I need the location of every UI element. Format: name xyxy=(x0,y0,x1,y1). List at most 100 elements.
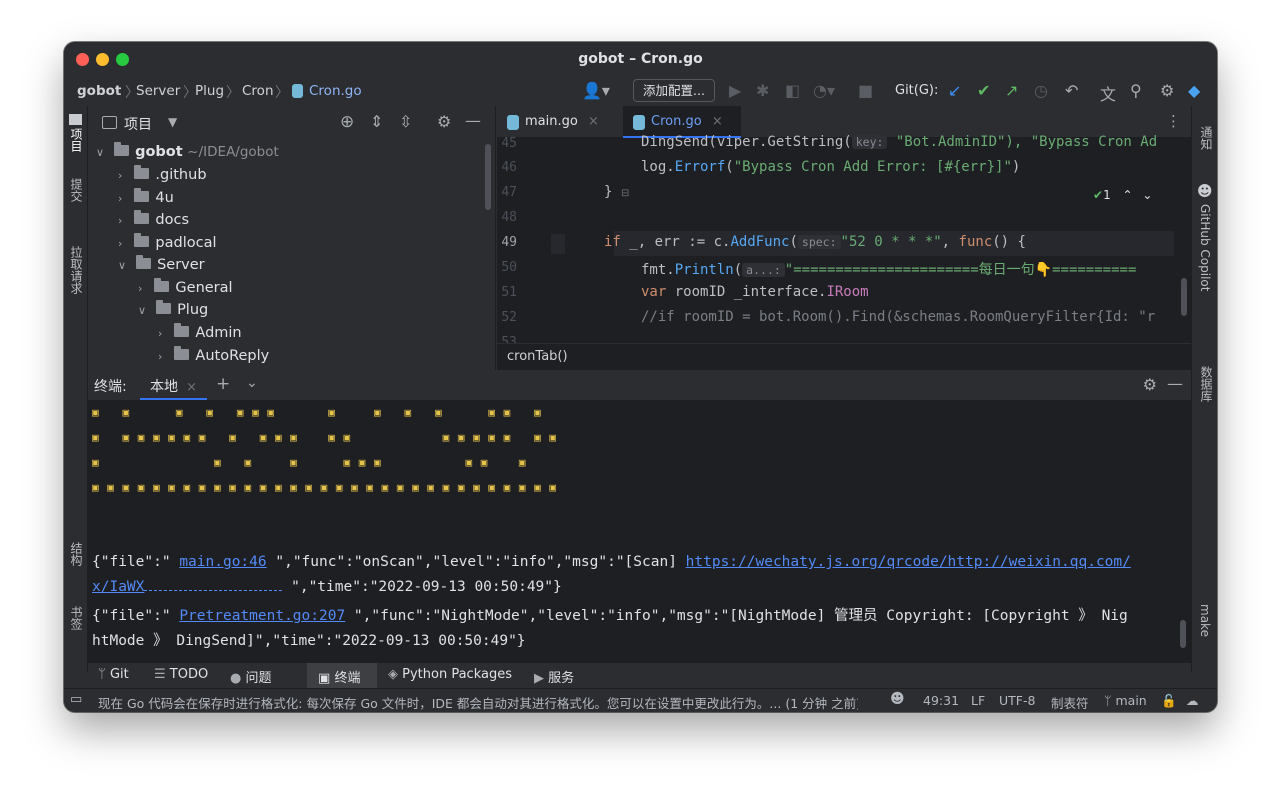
project-tool-icon[interactable] xyxy=(69,114,82,125)
breadcrumb-project[interactable]: gobot xyxy=(77,83,121,99)
file-encoding[interactable]: UTF-8 xyxy=(999,693,1035,708)
git-branch[interactable]: ᛘ main xyxy=(1104,693,1147,708)
chevron-down-icon[interactable]: ⌄ xyxy=(246,375,258,391)
project-panel-title[interactable]: 项目 xyxy=(124,114,152,134)
close-icon[interactable]: × xyxy=(186,380,197,395)
code-line-52[interactable]: //if roomID = bot.Room().Find(&schemas.R… xyxy=(641,309,1181,325)
tree-item[interactable]: › .github xyxy=(118,164,207,186)
line-separator[interactable]: LF xyxy=(971,693,985,708)
code-line-49[interactable]: if _, err := c.AddFunc(spec: "52 0 * * *"… xyxy=(604,234,1026,250)
bookmarks-tool-label[interactable]: 书签 xyxy=(68,606,85,630)
function-crumb[interactable]: cronTab() xyxy=(507,349,568,364)
chevron-down-icon[interactable]: ⌄ xyxy=(1142,188,1152,202)
tool-window-terminal[interactable]: ▣ 终端 xyxy=(318,667,360,686)
git-history-icon[interactable]: ◷ xyxy=(1034,81,1048,100)
locate-file-icon[interactable]: ⊕ xyxy=(340,112,354,132)
make-tool-label[interactable]: make xyxy=(1198,604,1212,637)
close-icon[interactable]: × xyxy=(712,114,723,129)
terminal-icon: ▣ xyxy=(318,671,331,686)
copilot-icon[interactable]: ☻ xyxy=(890,691,905,707)
url-link-continued[interactable]: x/IaWX xyxy=(92,579,144,595)
terminal-panel: 终端: 本地 × + ⌄ ⚙ — ▣ ▣ ▣ ▣ ▣ ▣ ▣ ▣ ▣ ▣ ▣ ▣… xyxy=(88,370,1191,662)
hide-panel-icon[interactable]: — xyxy=(465,111,481,130)
close-icon[interactable]: × xyxy=(588,114,599,129)
tree-item[interactable]: › 4u xyxy=(118,187,174,209)
tool-window-problems[interactable]: ● 问题 xyxy=(230,667,272,686)
commit-tool-label[interactable]: 提交 xyxy=(68,178,85,202)
packages-icon: ◈ xyxy=(388,667,398,682)
search-icon[interactable]: ⚲ xyxy=(1130,81,1142,100)
tree-item[interactable]: › AutoReply xyxy=(158,345,269,367)
status-message[interactable]: 现在 Go 代码会在保存时进行格式化: 每次保存 Go 文件时，IDE 都会自动… xyxy=(98,693,858,712)
more-options-icon[interactable]: ⋮ xyxy=(1166,112,1181,130)
breadcrumb-server[interactable]: Server xyxy=(136,83,180,99)
terminal-scrollbar[interactable] xyxy=(1180,620,1186,648)
profile-icon[interactable]: ◔▾ xyxy=(813,81,835,100)
chevron-right-icon: › xyxy=(118,169,123,182)
tree-item[interactable]: › padlocal xyxy=(118,232,217,254)
code-line-51[interactable]: var roomID _interface.IRoom xyxy=(641,284,869,300)
cloud-icon[interactable]: ☁ xyxy=(1186,693,1199,708)
indent-setting[interactable]: 制表符 xyxy=(1051,693,1089,712)
settings-icon[interactable]: ⚙ xyxy=(1160,81,1174,100)
file-link[interactable]: Pretreatment.go:207 xyxy=(179,608,345,624)
caret-position[interactable]: 49:31 xyxy=(923,693,959,708)
terminal-tab-local[interactable]: 本地 × xyxy=(140,370,208,400)
database-tool-label[interactable]: 数据库 xyxy=(1198,366,1215,402)
tree-item[interactable]: › General xyxy=(138,277,233,299)
close-window-button[interactable] xyxy=(76,53,89,66)
stop-icon[interactable]: ■ xyxy=(858,81,873,100)
tool-window-todo[interactable]: ☰ TODO xyxy=(154,667,208,682)
breadcrumb-plug[interactable]: Plug xyxy=(195,83,224,99)
breadcrumb-cron[interactable]: Cron xyxy=(242,83,274,99)
git-push-icon[interactable]: ↗ xyxy=(1005,81,1018,100)
lock-icon[interactable]: 🔓 xyxy=(1161,693,1177,709)
account-icon[interactable]: 👤▾ xyxy=(582,81,610,100)
editor-v-scrollbar[interactable] xyxy=(1181,278,1187,316)
code-line-47[interactable]: } xyxy=(604,184,612,200)
inspection-widget[interactable]: ✔1 ⌃ ⌄ xyxy=(1093,188,1163,208)
hide-panel-icon[interactable]: — xyxy=(1167,374,1183,393)
url-link[interactable]: https://wechaty.js.org/qrcode/http://wei… xyxy=(686,554,1131,570)
tree-root[interactable]: ∨ gobot ~/IDEA/gobot xyxy=(96,141,279,163)
project-scrollbar[interactable] xyxy=(485,144,491,210)
gear-icon[interactable]: ⚙ xyxy=(1143,375,1157,394)
gear-icon[interactable]: ⚙ xyxy=(437,112,451,131)
tree-item[interactable]: › docs xyxy=(118,209,189,231)
structure-tool-label[interactable]: 结构 xyxy=(68,542,85,566)
add-configuration-button[interactable]: 添加配置... xyxy=(633,79,715,102)
notifications-tool-label[interactable]: 通知 xyxy=(1198,126,1215,150)
file-link[interactable]: main.go:46 xyxy=(179,554,266,570)
tab-main-go[interactable]: main.go × xyxy=(497,106,623,138)
git-update-icon[interactable]: ↙ xyxy=(948,81,961,100)
debug-icon[interactable]: ✱ xyxy=(756,81,769,100)
minimize-window-button[interactable] xyxy=(96,53,109,66)
expand-all-icon[interactable]: ⇕ xyxy=(370,112,383,131)
zoom-window-button[interactable] xyxy=(116,53,129,66)
tool-window-python-packages[interactable]: ◈ Python Packages xyxy=(388,667,512,682)
collapse-all-icon[interactable]: ⇳ xyxy=(399,112,412,131)
panel-toggle-icon[interactable]: ▭ xyxy=(70,692,82,707)
fold-marker-icon[interactable]: ⊟ xyxy=(621,188,629,199)
project-tool-label[interactable]: 项目 xyxy=(68,128,85,152)
code-line-50[interactable]: fmt.Println(a...: "======================… xyxy=(641,259,1181,279)
tree-item[interactable]: › Admin xyxy=(158,322,242,344)
rollback-icon[interactable]: ↶ xyxy=(1065,81,1078,100)
new-tab-icon[interactable]: + xyxy=(216,374,230,394)
coverage-icon[interactable]: ◧ xyxy=(785,81,800,100)
chevron-up-icon[interactable]: ⌃ xyxy=(1123,188,1133,202)
toolbox-icon[interactable]: ◆ xyxy=(1188,81,1200,100)
pull-requests-tool-label[interactable]: 拉取请求 xyxy=(68,246,85,294)
run-icon[interactable]: ▶ xyxy=(729,81,741,100)
tool-window-services[interactable]: ▶ 服务 xyxy=(534,667,574,686)
copilot-tool-label[interactable]: GitHub Copilot xyxy=(1198,204,1212,291)
git-commit-icon[interactable]: ✔ xyxy=(977,81,990,100)
tree-item[interactable]: ∨ Plug xyxy=(138,299,208,321)
tree-item[interactable]: ∨ Server xyxy=(118,254,205,276)
chevron-down-icon[interactable]: ▼ xyxy=(168,115,177,129)
tool-window-git[interactable]: ᛘ Git xyxy=(98,667,129,682)
breadcrumb-file[interactable]: Cron.go xyxy=(309,83,362,99)
translate-icon[interactable]: 文 xyxy=(1100,81,1116,105)
code-line-45[interactable]: DingSend(viper.GetString(key: "Bot.Admin… xyxy=(641,134,1157,150)
code-line-46[interactable]: log.Errorf("Bypass Cron Add Error: [#{er… xyxy=(641,159,1020,175)
